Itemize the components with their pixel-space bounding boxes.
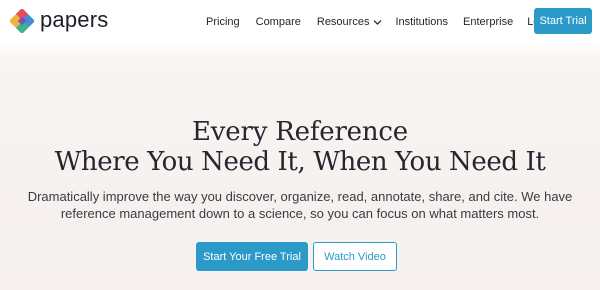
- hero-subtitle-line-1: Dramatically improve the way you discove…: [27, 189, 573, 204]
- papers-logo-icon: [10, 9, 34, 33]
- nav-link-pricing[interactable]: Pricing: [206, 16, 240, 28]
- nav-link-enterprise[interactable]: Enterprise: [463, 16, 513, 28]
- nav-link-resources[interactable]: Resources: [317, 16, 383, 28]
- hero-title-line-1: Every Reference: [192, 117, 408, 147]
- nav-link-institutions[interactable]: Institutions: [395, 16, 448, 28]
- nav-links: Pricing Compare Resources Institutions E…: [206, 0, 558, 44]
- nav-link-compare[interactable]: Compare: [256, 16, 301, 28]
- start-trial-button[interactable]: Start Trial: [534, 8, 592, 34]
- start-free-trial-button[interactable]: Start Your Free Trial: [196, 242, 308, 271]
- chevron-down-icon: [374, 19, 382, 25]
- watch-video-button[interactable]: Watch Video: [313, 242, 397, 271]
- nav-link-resources-label: Resources: [316, 16, 370, 28]
- hero-title-line-2: Where You Need It, When You Need It: [54, 147, 546, 177]
- top-navigation: papers Pricing Compare Resources Institu…: [0, 0, 600, 44]
- brand-name: papers: [40, 6, 109, 32]
- brand-logo[interactable]: papers: [10, 8, 108, 34]
- hero-subtitle-line-2: reference management down to a science, …: [60, 206, 540, 221]
